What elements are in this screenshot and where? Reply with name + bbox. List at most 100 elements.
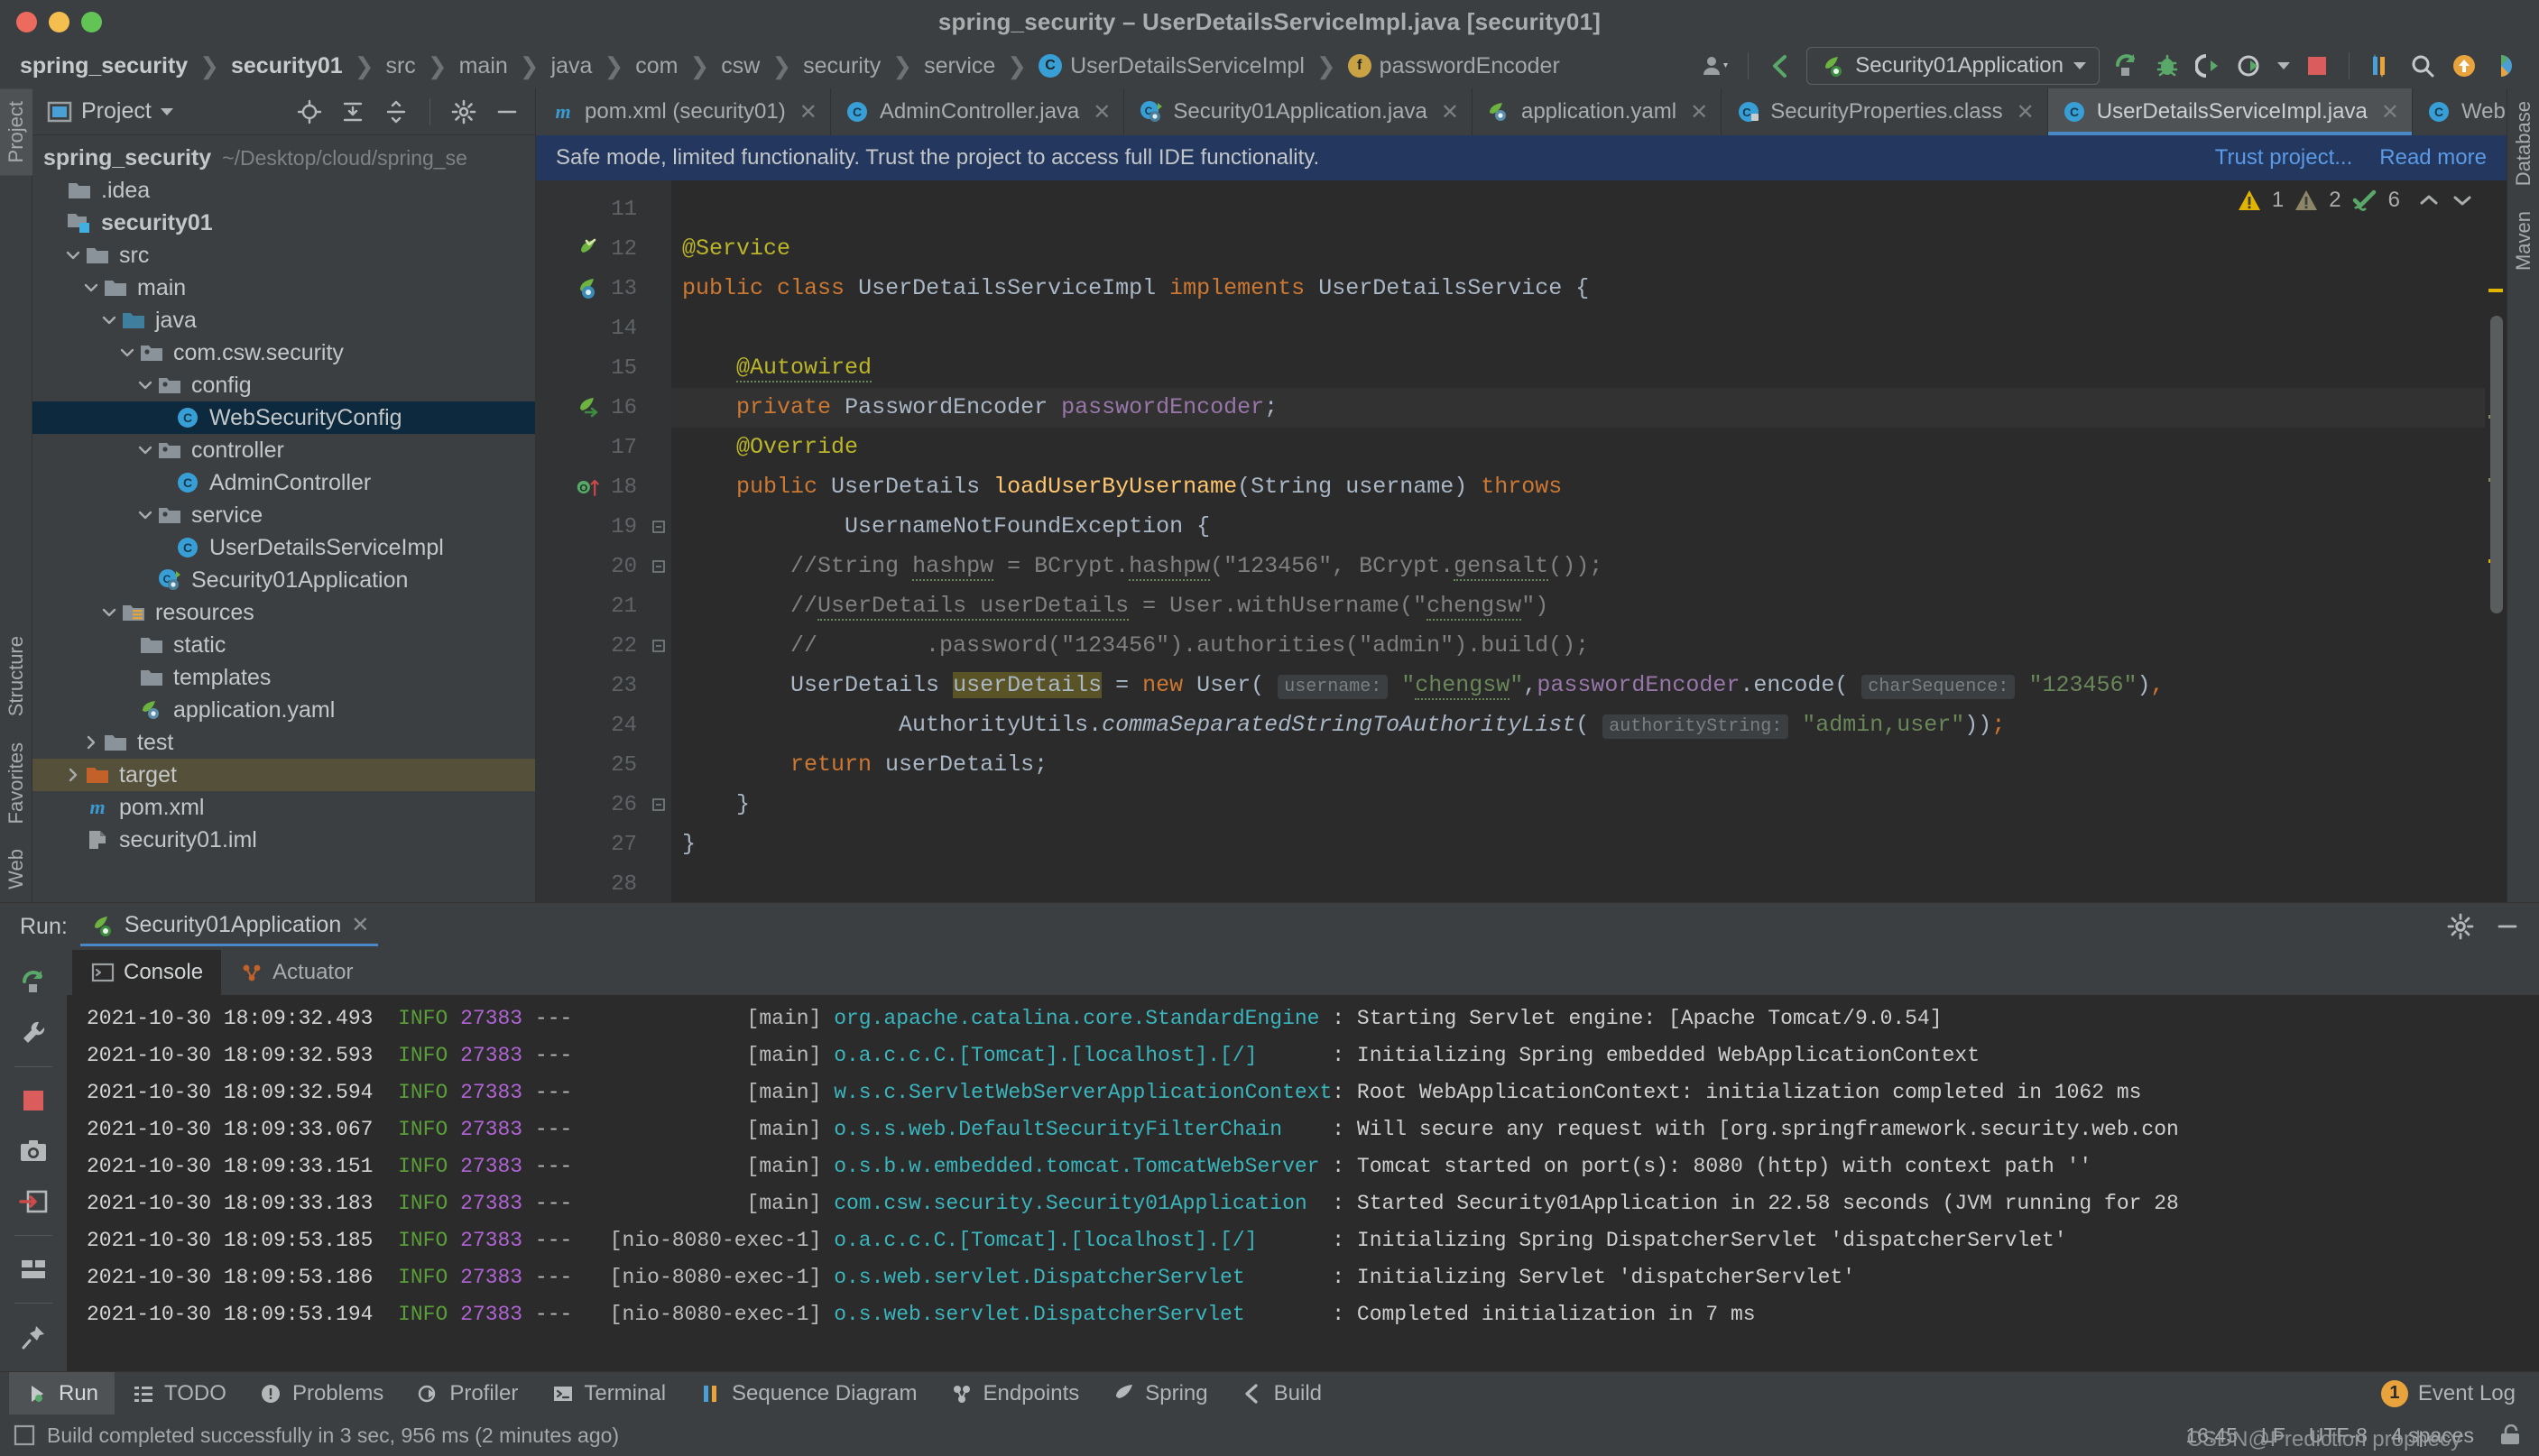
gutter-line-21[interactable]: 21	[536, 586, 646, 626]
console-output[interactable]: 2021-10-30 18:09:32.493 INFO 27383 --- […	[67, 995, 2539, 1371]
editor-scrollbar[interactable]	[2485, 180, 2507, 902]
gutter-line-20[interactable]: 20	[536, 547, 646, 586]
gutter-line-16[interactable]: 16	[536, 388, 646, 428]
breadcrumb-item-com[interactable]: com	[635, 53, 678, 79]
tree-node-com-csw-security[interactable]: com.csw.security	[32, 336, 535, 369]
breadcrumb-item-security[interactable]: security	[803, 53, 881, 79]
editor-tab-securityproperties-class[interactable]: CSecurityProperties.class✕	[1722, 88, 2048, 135]
breadcrumb-item-userdetailsserviceimpl[interactable]: CUserDetailsServiceImpl	[1039, 53, 1305, 79]
sidebar-item-web[interactable]: Web	[0, 836, 32, 902]
chevron-right-icon[interactable]	[79, 733, 103, 751]
search-icon[interactable]	[2402, 47, 2443, 85]
profiler-icon[interactable]	[2230, 47, 2271, 85]
chevron-down-icon[interactable]	[134, 441, 157, 459]
breadcrumb-item-java[interactable]: java	[551, 53, 593, 79]
project-tree[interactable]: spring_security ~/Desktop/cloud/spring_s…	[32, 135, 535, 902]
chevron-down-icon[interactable]	[61, 246, 85, 264]
gutter-line-11[interactable]: 11	[536, 189, 646, 229]
settings-icon[interactable]	[447, 95, 481, 129]
bottom-tab-endpoints[interactable]: Endpoints	[934, 1372, 1096, 1415]
code-line-25[interactable]: return userDetails;	[671, 745, 2507, 785]
gutter-line-17[interactable]: 17	[536, 428, 646, 467]
collapse-all-icon[interactable]	[379, 95, 413, 129]
code-line-19[interactable]: UsernameNotFoundException {	[671, 507, 2507, 547]
code-line-18[interactable]: public UserDetails loadUserByUsername(St…	[671, 467, 2507, 507]
code-content[interactable]: @Servicepublic class UserDetailsServiceI…	[671, 180, 2507, 902]
code-line-13[interactable]: public class UserDetailsServiceImpl impl…	[671, 269, 2507, 309]
tree-node-src[interactable]: src	[32, 239, 535, 272]
bottom-tab-sequence-diagram[interactable]: Sequence Diagram	[682, 1372, 933, 1415]
trust-project-link[interactable]: Trust project...	[2215, 145, 2352, 170]
tree-node-security01application[interactable]: CSecurity01Application	[32, 564, 535, 596]
sidebar-item-database[interactable]: Database	[2507, 88, 2539, 198]
tree-node-templates[interactable]: templates	[32, 661, 535, 694]
fold-column[interactable]	[646, 180, 671, 902]
editor-tab-userdetailsserviceimpl-java[interactable]: CUserDetailsServiceImpl.java✕	[2048, 88, 2413, 135]
tree-node--idea[interactable]: .idea	[32, 174, 535, 207]
debug-icon[interactable]	[2147, 47, 2188, 85]
chevron-down-icon[interactable]	[2271, 47, 2296, 85]
tree-node-test[interactable]: test	[32, 726, 535, 759]
close-icon[interactable]: ✕	[799, 99, 817, 125]
bottom-tab-terminal[interactable]: Terminal	[534, 1372, 682, 1415]
fold-marker-26[interactable]	[646, 785, 671, 825]
editor-gutter[interactable]: 11121314151617O1819202122232425262728	[536, 180, 646, 902]
breadcrumb-item-main[interactable]: main	[459, 53, 508, 79]
code-line-28[interactable]	[671, 864, 2507, 902]
sidebar-item-favorites[interactable]: Favorites	[0, 730, 32, 836]
gutter-line-19[interactable]: 19	[536, 507, 646, 547]
tree-node-pom-xml[interactable]: mpom.xml	[32, 791, 535, 824]
bottom-tab-todo[interactable]: TODO	[115, 1372, 243, 1415]
gutter-line-25[interactable]: 25	[536, 745, 646, 785]
code-line-12[interactable]: @Service	[671, 229, 2507, 269]
close-icon[interactable]: ✕	[1441, 99, 1459, 125]
minimize-icon[interactable]	[2490, 909, 2525, 944]
chevron-down-icon[interactable]	[79, 279, 103, 297]
event-log-button[interactable]: 1Event Log	[2381, 1380, 2528, 1407]
fold-marker-19[interactable]	[646, 507, 671, 547]
export-icon[interactable]	[9, 1178, 58, 1225]
tree-node-java[interactable]: java	[32, 304, 535, 336]
code-line-24[interactable]: AuthorityUtils.commaSeparatedStringToAut…	[671, 705, 2507, 745]
close-icon[interactable]: ✕	[1690, 99, 1708, 125]
gutter-line-23[interactable]: 23	[536, 666, 646, 705]
code-line-22[interactable]: // .password("123456").authorities("admi…	[671, 626, 2507, 666]
bottom-tab-problems[interactable]: Problems	[243, 1372, 400, 1415]
tree-node-config[interactable]: config	[32, 369, 535, 401]
code-line-17[interactable]: @Override	[671, 428, 2507, 467]
editor-tab-websec[interactable]: CWebSec⌄	[2413, 88, 2507, 135]
account-icon[interactable]	[2443, 47, 2485, 85]
tree-node-admincontroller[interactable]: CAdminController	[32, 466, 535, 499]
tree-node-resources[interactable]: resources	[32, 596, 535, 629]
bottom-tab-spring[interactable]: Spring	[1095, 1372, 1223, 1415]
gutter-line-27[interactable]: 27	[536, 825, 646, 864]
sidebar-item-project[interactable]: Project	[0, 88, 32, 175]
code-line-21[interactable]: //UserDetails userDetails = User.withUse…	[671, 586, 2507, 626]
close-icon[interactable]: ✕	[2381, 99, 2399, 125]
code-line-20[interactable]: //String hashpw = BCrypt.hashpw("123456"…	[671, 547, 2507, 586]
close-icon[interactable]: ✕	[351, 912, 369, 938]
bean-class-gutter-icon[interactable]	[576, 275, 603, 302]
close-icon[interactable]: ✕	[1093, 99, 1111, 125]
close-icon[interactable]: ✕	[2017, 99, 2035, 125]
gutter-line-24[interactable]: 24	[536, 705, 646, 745]
bottom-tab-profiler[interactable]: Profiler	[400, 1372, 534, 1415]
console-tab-console[interactable]: Console	[72, 950, 221, 995]
settings-wrench-icon[interactable]	[9, 1009, 58, 1056]
chevron-down-icon[interactable]	[134, 376, 157, 394]
run-config-tab[interactable]: Security01Application ✕	[80, 907, 379, 946]
run-coverage-icon[interactable]	[2188, 47, 2230, 85]
run-icon[interactable]	[2105, 47, 2147, 85]
autowire-gutter-icon[interactable]	[576, 394, 603, 421]
tree-node-security01[interactable]: security01	[32, 207, 535, 239]
breadcrumb-item-service[interactable]: service	[924, 53, 995, 79]
run-configuration-selector[interactable]: Security01Application	[1806, 47, 2100, 85]
tree-node-security01-iml[interactable]: security01.iml	[32, 824, 535, 856]
settings-gear-icon[interactable]	[2443, 909, 2478, 944]
sidebar-item-maven[interactable]: Maven	[2507, 198, 2539, 283]
tree-node-static[interactable]: static	[32, 629, 535, 661]
stop-icon[interactable]	[2296, 47, 2338, 85]
hide-icon[interactable]	[490, 95, 524, 129]
tree-node-application-yaml[interactable]: application.yaml	[32, 694, 535, 726]
gutter-line-28[interactable]: 28	[536, 864, 646, 902]
